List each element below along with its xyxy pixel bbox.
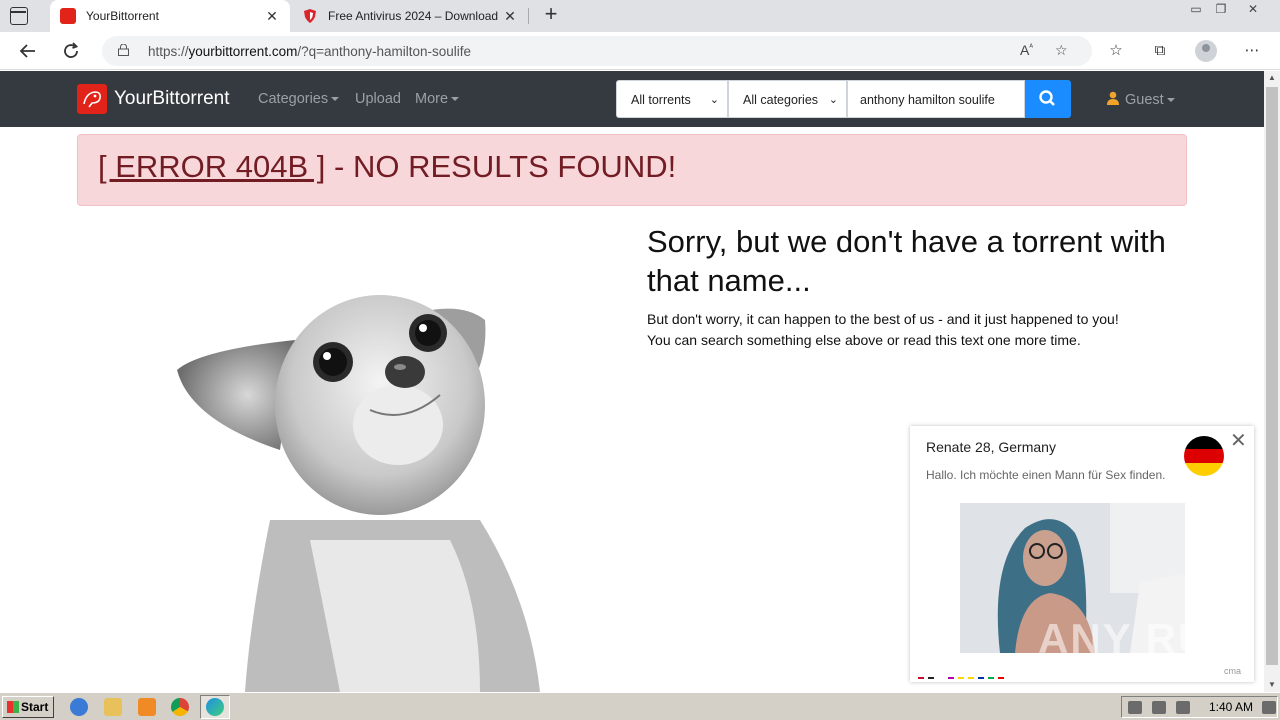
url-bar[interactable]: https://yourbittorrent.com/?q=anthony-ha… <box>102 36 1092 66</box>
read-aloud-icon[interactable]: Aᴬ <box>1020 42 1033 58</box>
search-icon <box>1039 90 1055 106</box>
user-icon <box>1107 91 1119 105</box>
nav-more[interactable]: More <box>415 91 460 107</box>
germany-flag-icon <box>1184 436 1224 476</box>
error-alert: [ ERROR 404B ] - NO RESULTS FOUND! <box>77 134 1187 206</box>
back-button[interactable] <box>14 38 42 64</box>
caret-down-icon <box>1166 98 1175 103</box>
scroll-up-arrow-icon[interactable]: ▲ <box>1264 71 1280 85</box>
volume-icon[interactable] <box>1128 701 1142 714</box>
address-toolbar: https://yourbittorrent.com/?q=anthony-ha… <box>0 32 1280 70</box>
show-desktop-icon[interactable] <box>1262 701 1276 714</box>
chevron-down-icon: ⌄ <box>709 94 719 106</box>
search-button[interactable] <box>1025 80 1071 118</box>
tab-free-antivirus[interactable]: Free Antivirus 2024 – Download ✕ <box>292 0 528 32</box>
tab-separator <box>528 8 529 24</box>
category-select[interactable]: All categories ⌄ <box>728 80 847 118</box>
site-brand[interactable]: YourBittorrent <box>114 88 229 110</box>
system-tray: 1:40 AM <box>1121 696 1278 718</box>
start-button[interactable]: Start <box>2 696 54 718</box>
close-window-button[interactable]: ✕ <box>1240 0 1266 20</box>
nav-categories[interactable]: Categories <box>258 91 340 107</box>
description-line-1: But don't worry, it can happen to the be… <box>647 311 1119 327</box>
ad-color-strip <box>918 677 1008 680</box>
scroll-down-arrow-icon[interactable]: ▼ <box>1264 678 1280 692</box>
edge-icon <box>206 698 224 716</box>
clock[interactable]: 1:40 AM <box>1209 700 1253 714</box>
not-found-description: But don't worry, it can happen to the be… <box>647 309 1119 351</box>
profile-avatar[interactable] <box>1195 40 1217 62</box>
tab-actions-icon[interactable] <box>10 7 28 25</box>
restore-button[interactable]: ❐ <box>1208 0 1234 20</box>
error-code-link[interactable]: [ ERROR 404B ] <box>98 149 325 184</box>
ad-message: Hallo. Ich möchte einen Mann für Sex fin… <box>926 468 1166 482</box>
lock-icon[interactable] <box>118 44 129 56</box>
ad-title: Renate 28, Germany <box>926 439 1056 455</box>
torrent-scope-select[interactable]: All torrents ⌄ <box>616 80 728 118</box>
tab-close-icon[interactable]: ✕ <box>502 8 518 25</box>
ad-footer: cma <box>1224 666 1242 676</box>
tab-strip: YourBittorrent ✕ Free Antivirus 2024 – D… <box>0 0 1280 32</box>
reload-button[interactable] <box>57 38 85 64</box>
tab-yourbittorrent[interactable]: YourBittorrent ✕ <box>50 0 290 32</box>
internet-explorer-icon[interactable] <box>70 698 88 716</box>
anyrun-watermark: ANY RUN <box>1038 615 1243 662</box>
user-menu[interactable]: Guest <box>1106 91 1175 108</box>
url-text[interactable]: https://yourbittorrent.com/?q=anthony-ha… <box>148 44 471 59</box>
chevron-down-icon: ⌄ <box>828 94 838 106</box>
not-found-headline: Sorry, but we don't have a torrent with … <box>647 224 1166 298</box>
edge-taskbar-button[interactable] <box>200 695 230 719</box>
windows-taskbar: Start 1:40 AM <box>0 692 1280 720</box>
page-scrollbar[interactable]: ▲ ▼ <box>1264 71 1280 692</box>
search-input[interactable]: anthony hamilton soulife <box>847 80 1025 118</box>
chihuahua-image <box>80 220 640 692</box>
caret-down-icon <box>451 97 460 102</box>
ad-close-button[interactable]: ✕ <box>1230 428 1247 453</box>
minimize-button[interactable]: ▭ <box>1183 0 1209 20</box>
new-tab-button[interactable]: + <box>540 3 562 26</box>
yourbittorrent-logo-icon[interactable] <box>77 84 107 114</box>
tab-close-icon[interactable]: ✕ <box>264 8 280 25</box>
shield-favicon-icon <box>302 8 318 24</box>
favorites-icon[interactable]: ☆ <box>1105 41 1127 61</box>
tab-title: Free Antivirus 2024 – Download <box>328 9 499 23</box>
network-icon[interactable] <box>1152 701 1166 714</box>
error-message: [ ERROR 404B ] - NO RESULTS FOUND! <box>98 149 677 184</box>
nav-upload[interactable]: Upload <box>355 91 401 107</box>
collections-icon[interactable]: ⧉ <box>1149 41 1171 61</box>
file-explorer-icon[interactable] <box>104 698 122 716</box>
description-line-2: You can search something else above or r… <box>647 332 1081 348</box>
add-favorite-icon[interactable]: ☆ <box>1055 42 1068 59</box>
site-navbar: YourBittorrent Categories Upload More Al… <box>0 71 1264 127</box>
flag-icon[interactable] <box>1176 701 1190 714</box>
scrollbar-thumb[interactable] <box>1266 87 1278 665</box>
more-icon[interactable]: ⋯ <box>1241 41 1263 61</box>
chrome-icon[interactable] <box>171 698 189 716</box>
yourbittorrent-favicon-icon <box>60 8 76 24</box>
tab-title: YourBittorrent <box>86 9 159 23</box>
media-player-icon[interactable] <box>138 698 156 716</box>
caret-down-icon <box>331 97 340 102</box>
